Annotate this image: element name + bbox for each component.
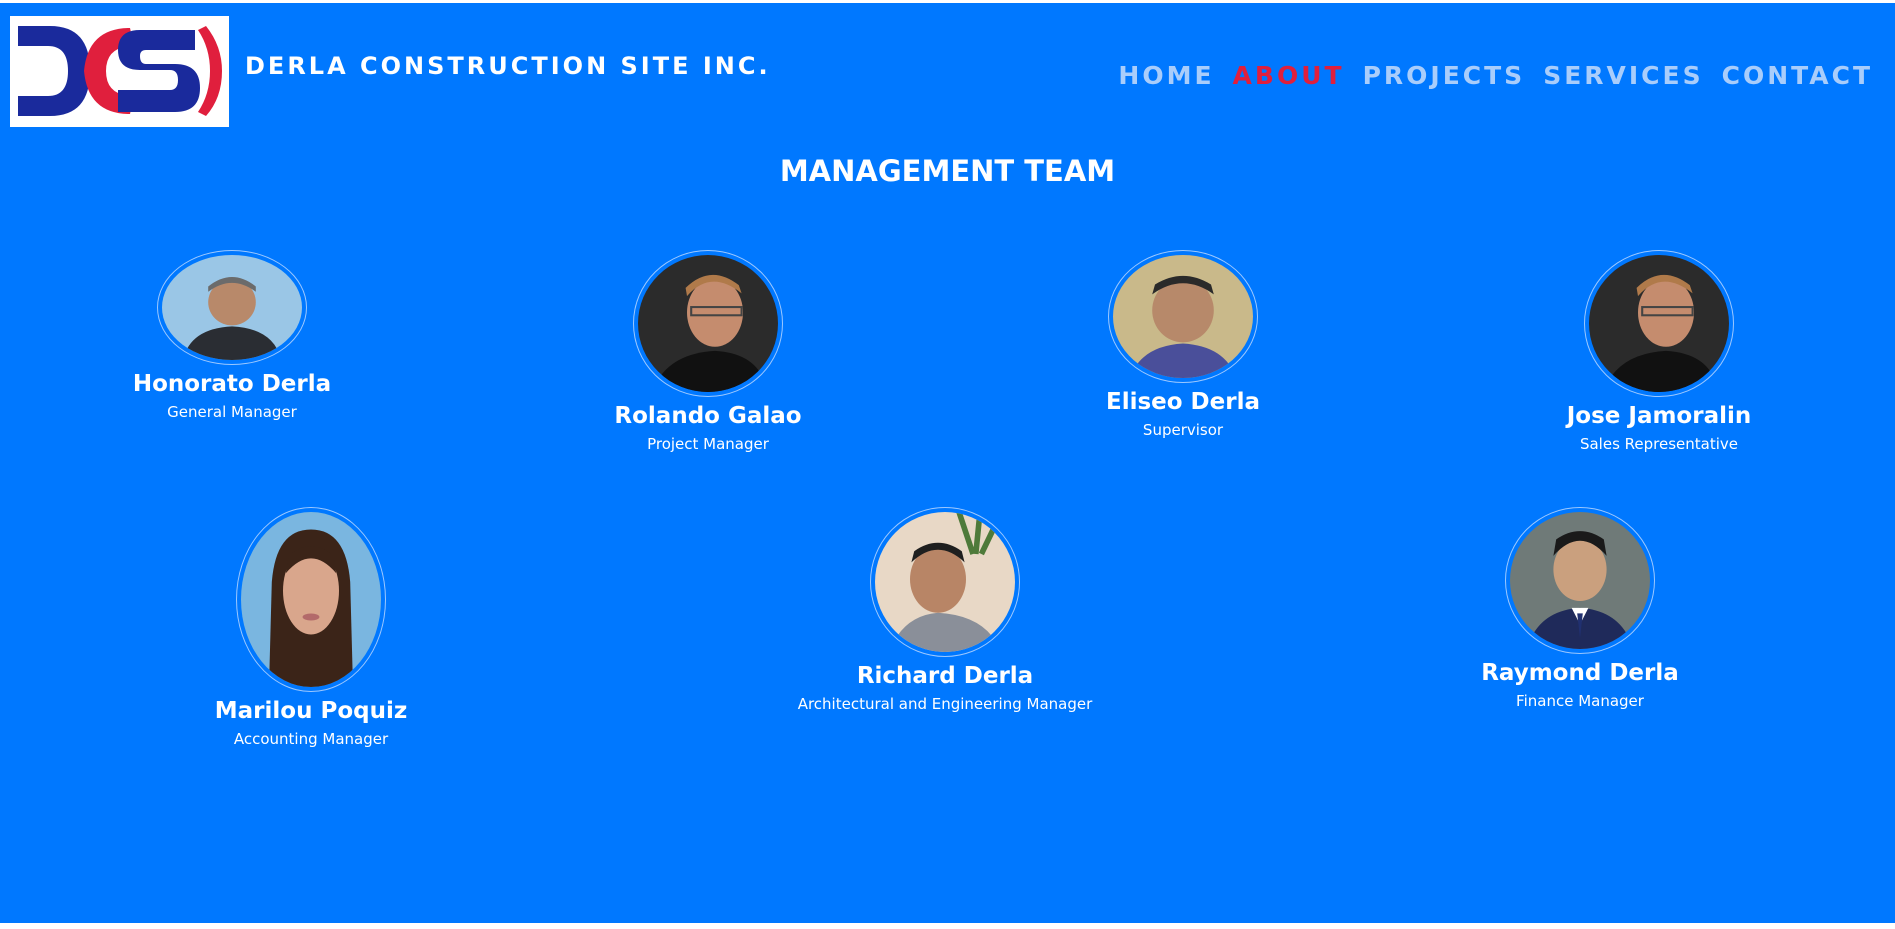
member-photo xyxy=(1584,250,1734,397)
member-role: Sales Representative xyxy=(1579,435,1739,453)
member-name: Raymond Derla xyxy=(1481,660,1679,686)
member-role: Supervisor xyxy=(1142,421,1224,439)
nav-projects[interactable]: PROJECTS xyxy=(1363,61,1526,90)
member-name: Eliseo Derla xyxy=(1105,389,1260,415)
team-member: Honorato Derla General Manager xyxy=(52,250,412,421)
member-photo xyxy=(633,250,783,397)
team-member: Richard Derla Architectural and Engineer… xyxy=(765,507,1125,713)
team-member: Rolando Galao Project Manager xyxy=(528,250,888,453)
member-role: General Manager xyxy=(167,403,297,421)
member-photo xyxy=(236,507,386,692)
member-name: Honorato Derla xyxy=(132,371,332,397)
company-logo[interactable] xyxy=(10,16,229,127)
nav-contact[interactable]: CONTACT xyxy=(1722,61,1873,90)
member-photo xyxy=(157,250,307,365)
team-member: Eliseo Derla Supervisor xyxy=(1003,250,1363,439)
nav-about[interactable]: ABOUT xyxy=(1233,61,1345,90)
team-member: Marilou Poquiz Accounting Manager xyxy=(131,507,491,748)
team-member: Raymond Derla Finance Manager xyxy=(1400,507,1760,710)
member-name: Richard Derla xyxy=(856,663,1034,689)
member-name: Jose Jamoralin xyxy=(1566,403,1752,429)
dcsi-logo-graphic xyxy=(18,26,222,116)
company-name[interactable]: DERLA CONSTRUCTION SITE INC. xyxy=(245,52,771,80)
team-member: Jose Jamoralin Sales Representative xyxy=(1479,250,1839,453)
member-photo xyxy=(1108,250,1258,383)
member-photo xyxy=(1505,507,1655,654)
member-role: Finance Manager xyxy=(1516,692,1644,710)
member-name: Marilou Poquiz xyxy=(214,698,408,724)
nav-home[interactable]: HOME xyxy=(1118,61,1214,90)
page-background: DERLA CONSTRUCTION SITE INC. HOME ABOUT … xyxy=(0,3,1895,923)
member-name: Rolando Galao xyxy=(614,403,802,429)
section-title: MANAGEMENT TEAM xyxy=(779,154,1116,188)
member-role: Project Manager xyxy=(647,435,769,453)
member-role: Accounting Manager xyxy=(233,730,389,748)
main-nav: HOME ABOUT PROJECTS SERVICES CONTACT xyxy=(1118,61,1873,90)
member-photo xyxy=(870,507,1020,657)
member-role: Architectural and Engineering Manager xyxy=(797,695,1093,713)
nav-services[interactable]: SERVICES xyxy=(1543,61,1703,90)
